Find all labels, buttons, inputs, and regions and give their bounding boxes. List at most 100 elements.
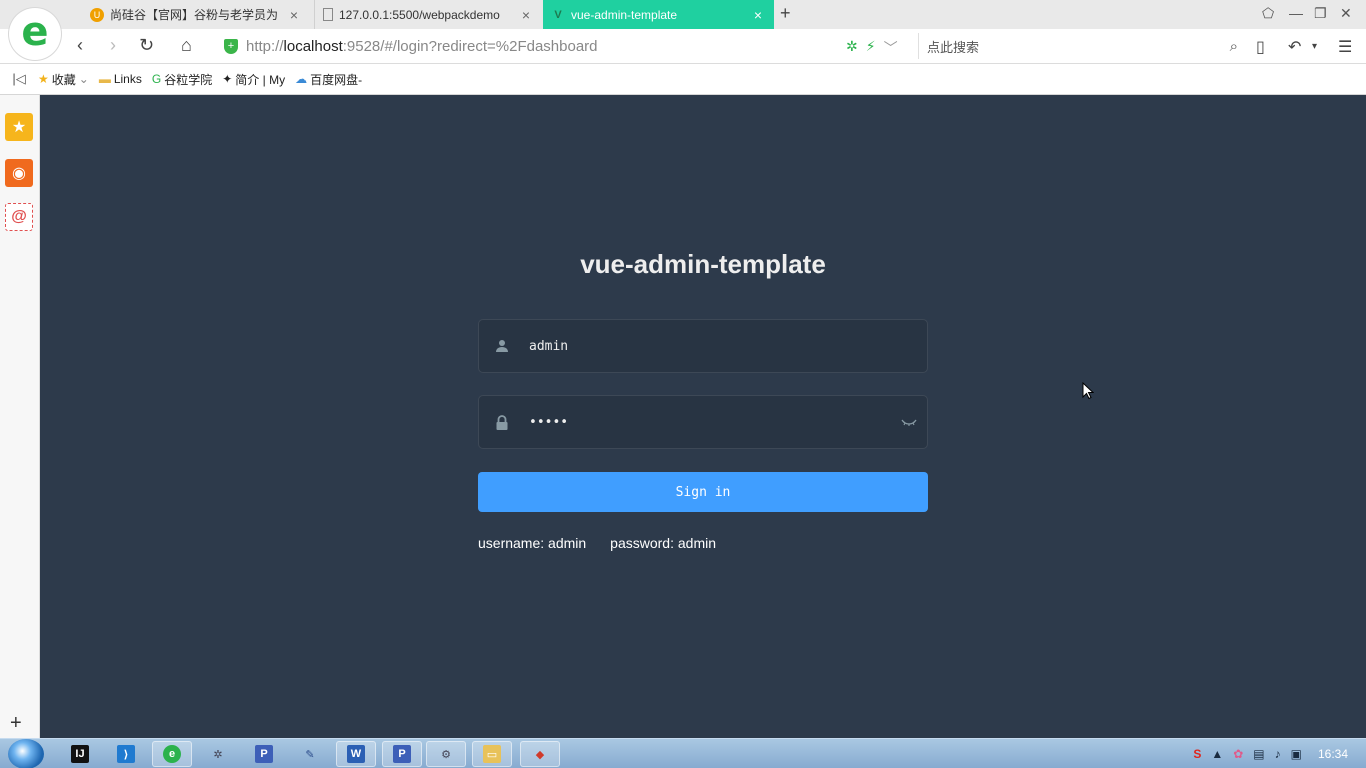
tray-app-icon[interactable]: ✿ (1233, 747, 1243, 761)
username-field[interactable] (478, 319, 928, 373)
bookmark-profile[interactable]: ✦ 简介 | My (222, 71, 285, 88)
taskbar-settings[interactable]: ✲ (198, 741, 238, 767)
browser-sidebar: ★ ◉ @ + (0, 95, 40, 738)
cloud-icon: ☁ (295, 72, 308, 86)
reload-button[interactable]: ↻ (139, 35, 154, 56)
address-actions: ✲ ⚡ ﹀ (846, 38, 898, 58)
start-button[interactable] (8, 739, 44, 768)
password-field[interactable] (478, 395, 928, 449)
new-tab-button[interactable]: + (780, 3, 791, 24)
sidebar-toggle-icon[interactable]: |◁ (0, 71, 38, 87)
browser-logo[interactable]: e (9, 8, 61, 60)
menu-icon[interactable]: ☰ (1338, 37, 1352, 57)
tab-title: 尚硅谷【官网】谷粉与老学员为 (110, 8, 279, 22)
bird-icon: ✦ (222, 72, 233, 86)
home-button[interactable]: ⌂ (181, 35, 192, 56)
app-icon: ◆ (535, 748, 545, 761)
network-icon[interactable]: ▣ (1291, 747, 1302, 761)
site-icon: G (151, 72, 162, 86)
windows-taskbar: IJ ⟩ e ✲ P ✎ W P ⚙ ▭ ◆ S ▲ ✿ ▤ ♪ ▣ 16:34 (0, 738, 1366, 768)
browser-tab-bar: U 尚硅谷【官网】谷粉与老学员为 × 127.0.0.1:5500/webpac… (0, 0, 1366, 29)
restore-button[interactable]: ❐ (1314, 5, 1327, 22)
chevron-up-icon[interactable]: ▲ (1211, 747, 1223, 761)
taskbar-app-pen[interactable]: ✎ (290, 741, 330, 767)
tab-title: 127.0.0.1:5500/webpackdemo (339, 7, 500, 22)
mouse-cursor-icon (1082, 382, 1094, 400)
taskbar-browser[interactable]: e (152, 741, 192, 767)
intellij-icon: IJ (71, 745, 89, 763)
phone-icon[interactable]: ▯ (1256, 37, 1265, 57)
browser-icon: e (163, 745, 181, 763)
undo-icon[interactable]: ↶ (1288, 37, 1301, 57)
taskbar-app-tool[interactable]: ⚙ (426, 741, 466, 767)
taskbar-word[interactable]: W (336, 741, 376, 767)
password-tip: password: admin (610, 535, 716, 551)
add-sidebar-icon[interactable]: + (10, 712, 22, 735)
minimize-button[interactable]: — (1289, 5, 1303, 21)
p-app-icon: P (255, 745, 273, 763)
favorites-star-icon[interactable]: ★ (5, 113, 33, 141)
pen-icon: ✎ (305, 748, 315, 761)
back-button[interactable]: ‹ (77, 35, 83, 56)
p-app-icon: P (393, 745, 411, 763)
close-window-button[interactable]: ✕ (1340, 5, 1352, 22)
bookmark-guli[interactable]: G 谷粒学院 (152, 71, 212, 88)
login-title: vue-admin-template (580, 249, 826, 279)
user-icon (479, 339, 525, 353)
taskbar-intellij[interactable]: IJ (60, 741, 100, 767)
tab-vue-admin-template[interactable]: V vue-admin-template × (543, 0, 774, 29)
security-shield-icon: + (224, 38, 238, 54)
word-icon: W (347, 745, 365, 763)
close-icon[interactable]: × (750, 7, 766, 23)
chevron-down-icon[interactable]: ▾ (1312, 41, 1317, 52)
clock[interactable]: 16:34 (1318, 747, 1348, 761)
search-icon[interactable]: ⌕ (1230, 38, 1238, 55)
bookmark-links[interactable]: ▬ Links (99, 72, 142, 86)
login-page: vue-admin-template Sign in username: adm… (40, 95, 1366, 738)
sogou-ime-icon[interactable]: S (1193, 747, 1201, 761)
star-icon: ★ (38, 72, 49, 86)
tab-webpackdemo[interactable]: 127.0.0.1:5500/webpackdemo × (314, 0, 542, 29)
lock-icon (479, 414, 525, 430)
site-favicon-icon: U (90, 7, 104, 22)
vue-icon: V (554, 8, 562, 21)
password-input[interactable] (525, 399, 891, 445)
search-input[interactable]: 点此搜索 (927, 37, 1230, 56)
tray-device-icon[interactable]: ▤ (1253, 747, 1264, 761)
taskbar-vscode[interactable]: ⟩ (106, 741, 146, 767)
taskbar-app-red[interactable]: ◆ (520, 741, 560, 767)
refresh-status-icon[interactable]: ✲ (846, 38, 858, 58)
vscode-icon: ⟩ (117, 745, 135, 763)
taskbar-explorer[interactable]: ▭ (472, 741, 512, 767)
lightning-icon[interactable]: ⚡ (866, 38, 876, 58)
screen: U 尚硅谷【官网】谷粉与老学员为 × 127.0.0.1:5500/webpac… (0, 0, 1366, 768)
folder-icon: ▭ (483, 745, 501, 763)
volume-icon[interactable]: ♪ (1275, 747, 1281, 761)
url-text[interactable]: http://localhost:9528/#/login?redirect=%… (246, 38, 598, 55)
tab-title: vue-admin-template (571, 7, 678, 22)
search-box[interactable]: 点此搜索 ⌕ (918, 33, 1244, 59)
login-tips: username: admin password: admin (478, 535, 740, 551)
page-icon (323, 8, 333, 21)
sign-in-button[interactable]: Sign in (478, 472, 928, 512)
system-tray: S ▲ ✿ ▤ ♪ ▣ 16:34 (1193, 739, 1366, 768)
forward-button[interactable]: › (110, 35, 116, 56)
bookmark-favorites[interactable]: ★ 收藏 ⌄ (38, 71, 89, 88)
username-tip: username: admin (478, 535, 587, 551)
navigation-bar: ‹ › ↻ ⌂ + http://localhost:9528/#/login?… (0, 29, 1366, 64)
weibo-icon[interactable]: ◉ (5, 159, 33, 187)
address-bar[interactable]: + http://localhost:9528/#/login?redirect… (218, 33, 910, 59)
folder-icon: ▬ (98, 72, 111, 86)
chevron-down-icon[interactable]: ﹀ (884, 38, 898, 58)
close-icon[interactable]: × (518, 7, 534, 23)
username-input[interactable] (525, 323, 927, 369)
taskbar-app-p2[interactable]: P (382, 741, 422, 767)
close-icon[interactable]: × (286, 7, 302, 23)
skin-icon[interactable]: ⬠ (1262, 5, 1274, 22)
taskbar-app-p1[interactable]: P (244, 741, 284, 767)
mail-at-icon[interactable]: @ (5, 203, 33, 231)
eye-closed-icon[interactable] (891, 415, 927, 430)
bookmark-baidu-pan[interactable]: ☁ 百度网盘- (295, 71, 362, 88)
tab-atguigu[interactable]: U 尚硅谷【官网】谷粉与老学员为 × (82, 0, 310, 29)
tool-icon: ⚙ (441, 748, 451, 761)
